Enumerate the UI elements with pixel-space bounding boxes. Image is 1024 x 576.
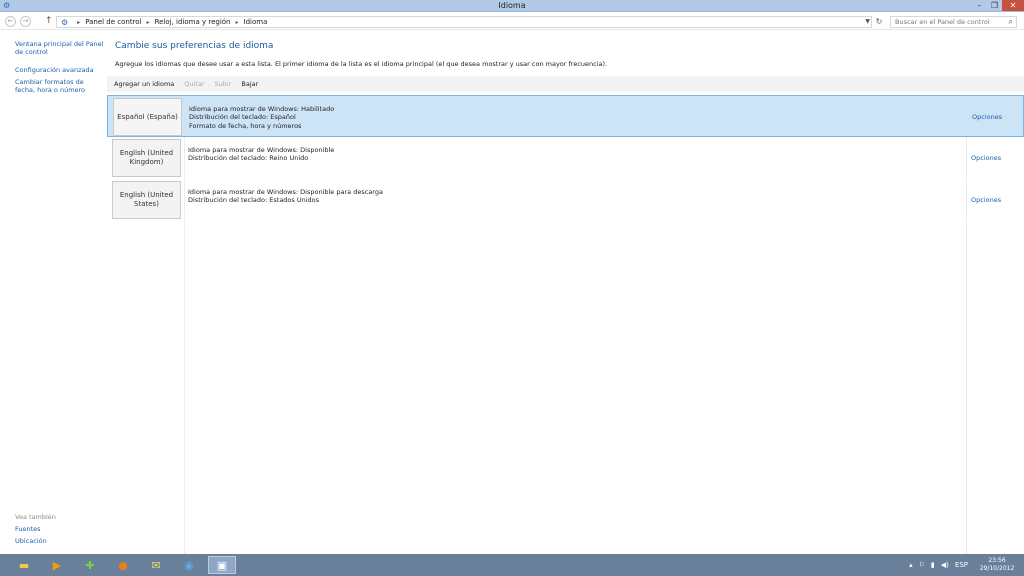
control-panel-icon[interactable]: ▣ xyxy=(208,556,236,574)
volume-icon[interactable]: ◀) xyxy=(941,561,949,569)
chevron-right-icon[interactable]: ▸ xyxy=(77,19,80,26)
forward-icon[interactable]: → xyxy=(20,16,31,27)
search-placeholder: Buscar en el Panel de control xyxy=(895,18,990,26)
window-controls: – ❐ ✕ xyxy=(972,0,1024,11)
search-input[interactable]: Buscar en el Panel de control ⌕ xyxy=(890,16,1017,28)
language-detail: Idioma para mostrar de Windows: Disponib… xyxy=(188,146,335,154)
breadcrumb[interactable]: ⚙ ▸ Panel de control ▸ Reloj, idioma y r… xyxy=(56,16,872,28)
language-detail: Formato de fecha, hora y números xyxy=(189,121,302,130)
language-detail: Distribución del teclado: Estados Unidos xyxy=(188,196,320,205)
search-icon[interactable]: ⌕ xyxy=(1009,17,1013,27)
language-row-es[interactable]: Español (España) Idioma para mostrar de … xyxy=(107,95,1024,137)
language-detail: Distribución del teclado: Reino Unido xyxy=(188,154,309,163)
sidebar-link-advanced[interactable]: Configuración avanzada xyxy=(15,66,105,74)
chevron-down-icon[interactable]: ▼ xyxy=(865,17,870,27)
see-also-heading: Vea también xyxy=(15,513,56,521)
sidebar-link-formats[interactable]: Cambiar formatos de fecha, hora o número xyxy=(15,78,105,94)
browser-icon[interactable]: ◉ xyxy=(175,556,203,574)
page-title: Cambie sus preferencias de idioma xyxy=(115,41,274,51)
input-language[interactable]: ESP xyxy=(955,561,968,569)
sidebar-link-home[interactable]: Ventana principal del Panel de control xyxy=(15,40,105,56)
maximize-button[interactable]: ❐ xyxy=(987,0,1002,11)
sidebar-link-fonts[interactable]: Fuentes xyxy=(15,525,105,533)
options-link[interactable]: Opciones xyxy=(971,196,1001,204)
language-tile[interactable]: English (United States) xyxy=(112,181,181,219)
system-tray: ▴ ⚐ ▮ ◀) ESP 23:56 29/10/2012 xyxy=(909,554,1024,576)
clock[interactable]: 23:56 29/10/2012 xyxy=(974,557,1020,573)
chevron-right-icon[interactable]: ▸ xyxy=(147,19,150,26)
media-player-icon[interactable]: ▶ xyxy=(43,556,71,574)
refresh-icon[interactable]: ↻ xyxy=(874,16,884,28)
language-details: Idioma para mostrar de Windows: Habilita… xyxy=(189,105,334,130)
language-detail: Idioma para mostrar de Windows: Disponib… xyxy=(188,188,383,196)
language-details: Idioma para mostrar de Windows: Disponib… xyxy=(188,146,334,163)
clock-time: 23:56 xyxy=(988,557,1006,564)
network-icon[interactable]: ▮ xyxy=(931,561,935,569)
language-list: Español (España) Idioma para mostrar de … xyxy=(107,95,1024,221)
add-language-button[interactable]: Agregar un idioma xyxy=(114,80,174,88)
firefox-icon[interactable]: ● xyxy=(109,556,137,574)
move-up-button[interactable]: Subir xyxy=(215,80,232,88)
language-details: Idioma para mostrar de Windows: Disponib… xyxy=(188,188,383,205)
breadcrumb-item[interactable]: Idioma xyxy=(244,18,268,26)
title-bar: ⚙ Idioma – ❐ ✕ xyxy=(0,0,1024,12)
control-panel-icon: ⚙ xyxy=(61,17,69,27)
app-icon[interactable]: ✚ xyxy=(76,556,104,574)
language-detail: Distribución del teclado: Español xyxy=(189,113,296,122)
remove-button[interactable]: Quitar xyxy=(184,80,204,88)
sidebar-link-location[interactable]: Ubicación xyxy=(15,537,105,545)
language-row-en-us[interactable]: English (United States) Idioma para most… xyxy=(107,179,1024,221)
options-link[interactable]: Opciones xyxy=(971,154,1001,162)
chevron-up-icon[interactable]: ▴ xyxy=(909,561,913,569)
sidebar: Ventana principal del Panel de control C… xyxy=(0,31,107,554)
breadcrumb-item[interactable]: Panel de control xyxy=(85,18,141,26)
language-tile[interactable]: English (United Kingdom) xyxy=(112,139,181,177)
minimize-button[interactable]: – xyxy=(972,0,987,11)
window-title: Idioma xyxy=(498,1,526,10)
back-icon[interactable]: ← xyxy=(5,16,16,27)
chevron-right-icon[interactable]: ▸ xyxy=(236,19,239,26)
language-row-en-gb[interactable]: English (United Kingdom) Idioma para mos… xyxy=(107,137,1024,179)
folder-icon[interactable]: ✉ xyxy=(142,556,170,574)
language-detail: Idioma para mostrar de Windows: Habilita… xyxy=(189,105,335,113)
address-bar: ← → ↑ ⚙ ▸ Panel de control ▸ Reloj, idio… xyxy=(0,13,1024,30)
language-toolbar: Agregar un idioma Quitar Subir Bajar xyxy=(107,76,1024,92)
breadcrumb-item[interactable]: Reloj, idioma y región xyxy=(155,18,231,26)
taskbar: ▬ ▶ ✚ ● ✉ ◉ ▣ ▴ ⚐ ▮ ◀) ESP 23:56 29/10/2… xyxy=(0,554,1024,576)
clock-date: 29/10/2012 xyxy=(979,565,1015,572)
flag-icon[interactable]: ⚐ xyxy=(919,561,925,569)
language-tile[interactable]: Español (España) xyxy=(113,98,182,136)
file-explorer-icon[interactable]: ▬ xyxy=(10,556,38,574)
options-link[interactable]: Opciones xyxy=(972,113,1002,121)
move-down-button[interactable]: Bajar xyxy=(241,80,258,88)
intro-text: Agregue los idiomas que desee usar a est… xyxy=(115,60,608,68)
up-icon[interactable]: ↑ xyxy=(45,16,53,26)
close-button[interactable]: ✕ xyxy=(1002,0,1024,11)
